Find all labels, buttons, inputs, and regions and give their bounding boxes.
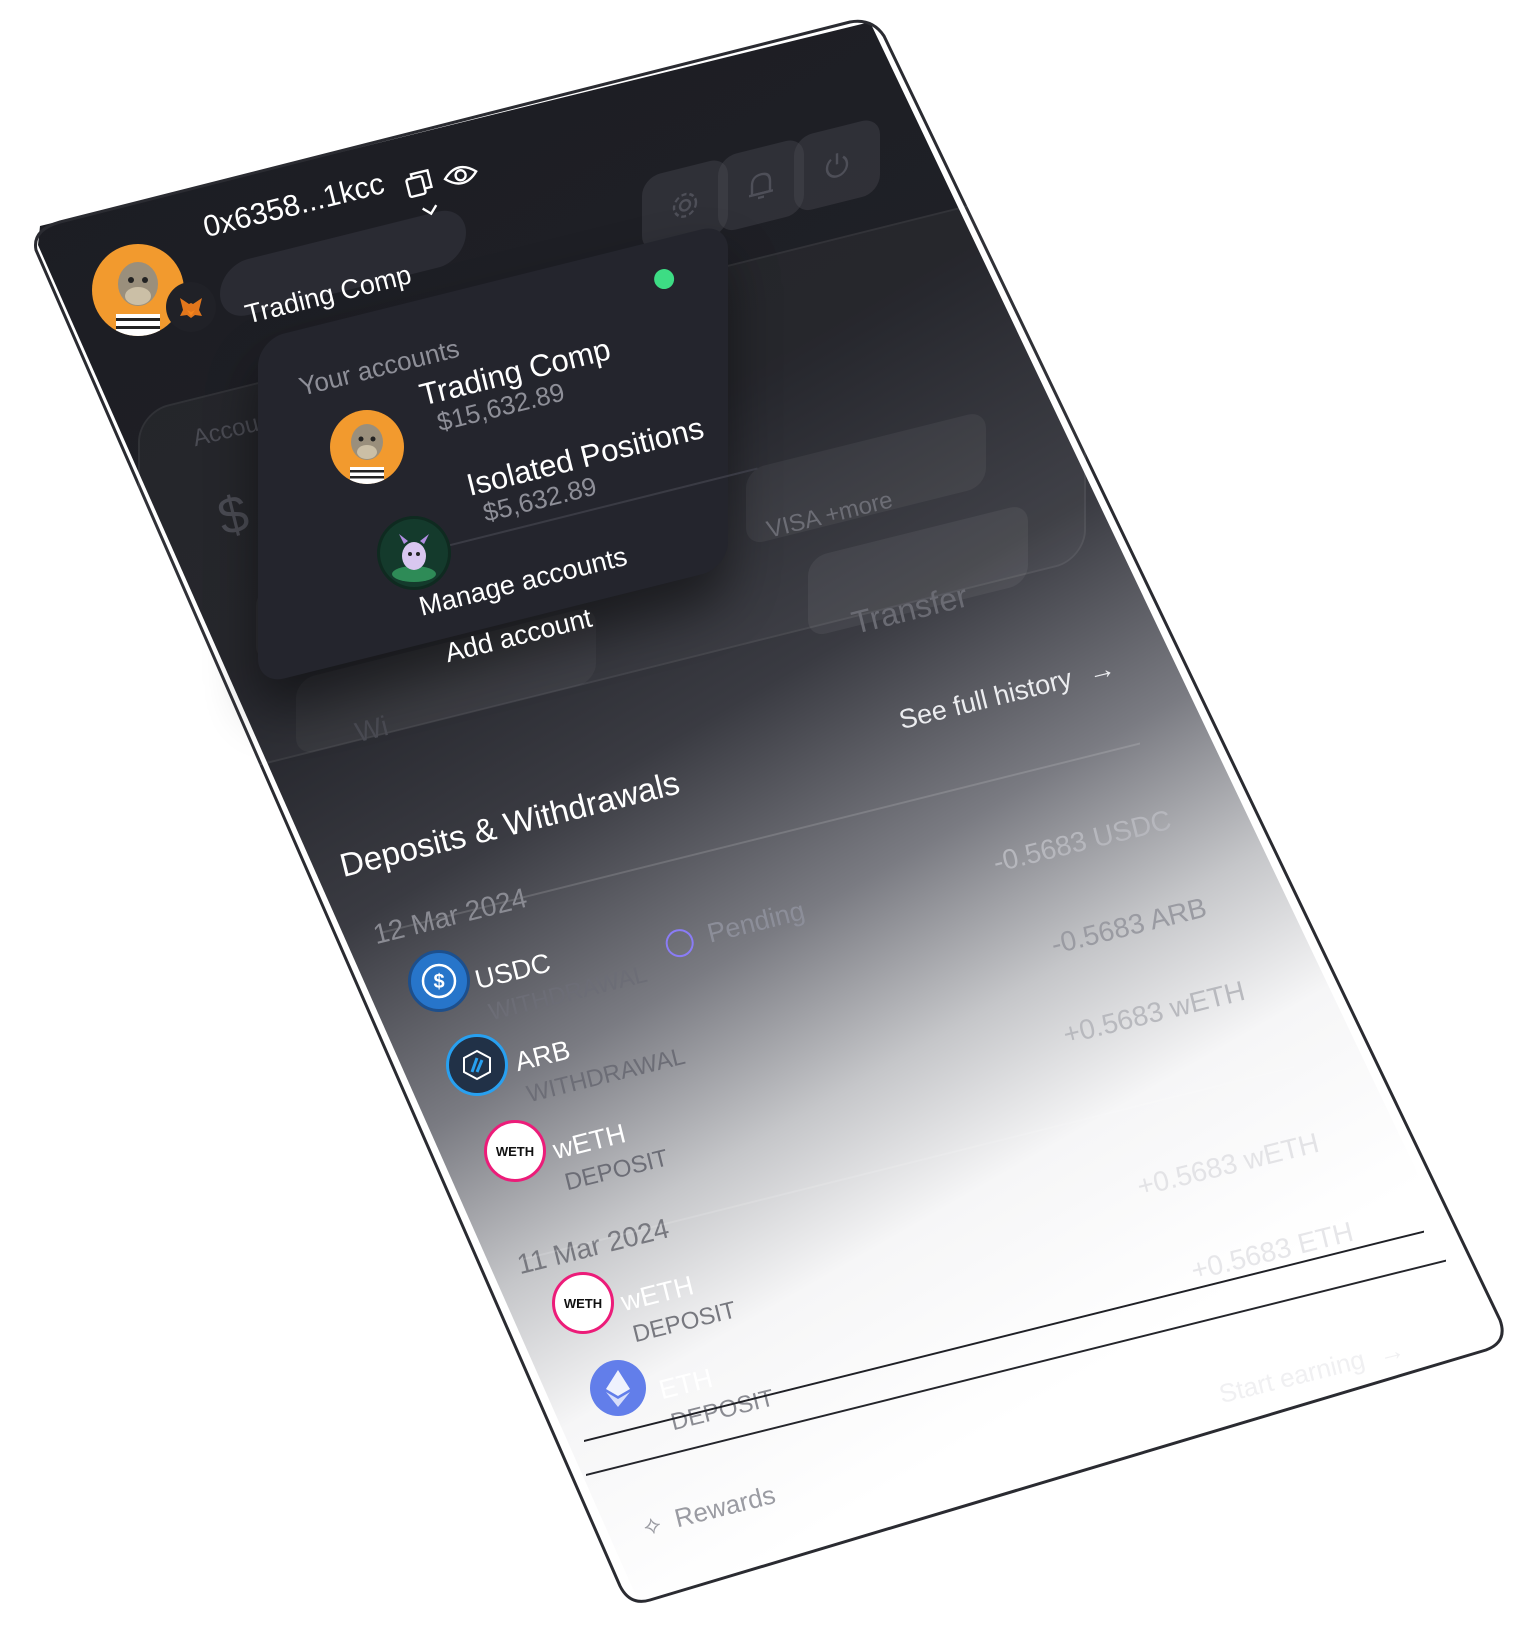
svg-text:WETH: WETH xyxy=(496,1144,534,1159)
trading-comp-avatar xyxy=(330,410,404,484)
metamask-icon xyxy=(166,282,216,332)
bell-icon xyxy=(749,172,773,200)
eth-icon xyxy=(590,1360,646,1416)
weth-icon: WETH xyxy=(484,1120,546,1182)
svg-text:WETH: WETH xyxy=(564,1296,602,1311)
usdc-icon: $ xyxy=(408,950,470,1012)
weth-icon: WETH xyxy=(552,1272,614,1334)
arb-icon xyxy=(446,1034,508,1096)
svg-text:$: $ xyxy=(433,971,444,993)
gear-icon xyxy=(672,192,698,218)
isolated-positions-avatar xyxy=(377,516,451,590)
power-icon xyxy=(825,152,849,178)
active-status-dot xyxy=(652,266,677,292)
